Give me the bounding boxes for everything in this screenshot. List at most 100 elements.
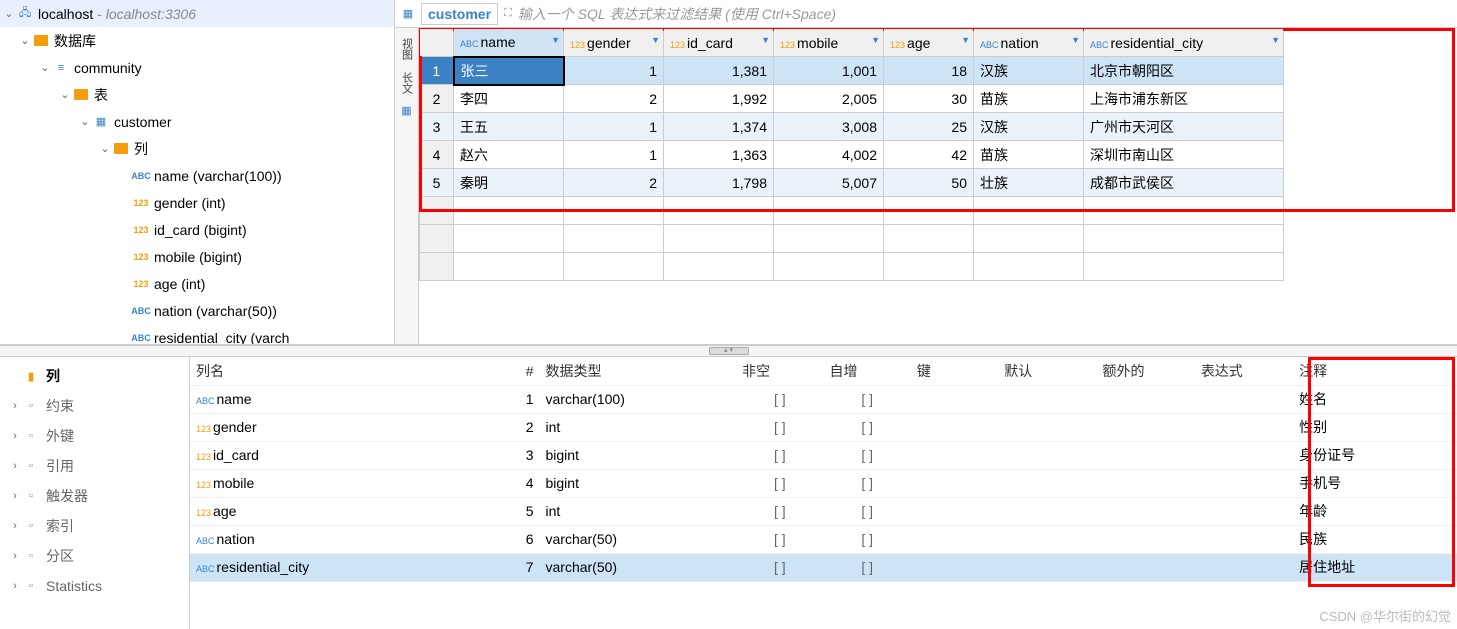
tree-table-customer[interactable]: ⌄ ▦ customer: [0, 108, 394, 135]
row-number[interactable]: 2: [420, 85, 454, 113]
tree-column[interactable]: 123age (int): [0, 270, 394, 297]
cell-name[interactable]: 王五: [454, 113, 564, 141]
schema-col-name[interactable]: ABCresidential_city: [190, 553, 474, 581]
schema-table[interactable]: 列名#数据类型非空自增键默认额外的表达式注释 ABCname 1 varchar…: [190, 357, 1457, 582]
tree-tables-folder[interactable]: ⌄ 表: [0, 81, 394, 108]
chevron-down-icon[interactable]: ⌄: [18, 34, 32, 47]
schema-col-name[interactable]: ABCnation: [190, 525, 474, 553]
schema-col-comment[interactable]: 民族: [1293, 525, 1457, 553]
tree-columns-folder[interactable]: ⌄ 列: [0, 135, 394, 162]
cell-age[interactable]: 25: [884, 113, 974, 141]
schema-col-key[interactable]: [911, 525, 998, 553]
cell-mobile[interactable]: 3,008: [774, 113, 884, 141]
schema-row[interactable]: ABCnation 6 varchar(50) [ ] [ ] 民族: [190, 525, 1457, 553]
schema-col-extra[interactable]: [1097, 525, 1195, 553]
row-number[interactable]: 5: [420, 169, 454, 197]
tree-host[interactable]: ⌄ 🖧 localhost - localhost:3306: [0, 0, 394, 27]
cell-nation[interactable]: 汉族: [974, 113, 1084, 141]
row-number[interactable]: 1: [420, 57, 454, 85]
schema-col-notnull[interactable]: [ ]: [736, 553, 823, 581]
cell-nation[interactable]: 苗族: [974, 85, 1084, 113]
schema-col-comment[interactable]: 居住地址: [1293, 553, 1457, 581]
schema-col-autoinc[interactable]: [ ]: [823, 385, 910, 413]
cell-mobile[interactable]: 5,007: [774, 169, 884, 197]
schema-col-num[interactable]: 3: [474, 441, 540, 469]
schema-col-key[interactable]: [911, 385, 998, 413]
schema-col-name[interactable]: ABCname: [190, 385, 474, 413]
schema-header-comment[interactable]: 注释: [1293, 357, 1457, 385]
row-number[interactable]: 4: [420, 141, 454, 169]
properties-tab-index[interactable]: ›▫索引: [0, 511, 189, 541]
row-header-corner[interactable]: [420, 29, 454, 57]
schema-row[interactable]: 123gender 2 int [ ] [ ] 性别: [190, 413, 1457, 441]
schema-col-num[interactable]: 6: [474, 525, 540, 553]
properties-tab-constraint[interactable]: ›▫约束: [0, 391, 189, 421]
chevron-down-icon[interactable]: ⌄: [58, 88, 72, 101]
chevron-down-icon[interactable]: ⌄: [78, 115, 92, 128]
properties-tab-partition[interactable]: ›▫分区: [0, 541, 189, 571]
cell-gender[interactable]: 2: [564, 85, 664, 113]
splitter-handle-icon[interactable]: ▴ ▾: [709, 347, 749, 355]
properties-tab-folder[interactable]: ▮列: [0, 361, 189, 391]
schema-col-notnull[interactable]: [ ]: [736, 497, 823, 525]
schema-header-notnull[interactable]: 非空: [736, 357, 823, 385]
schema-col-num[interactable]: 1: [474, 385, 540, 413]
cell-mobile[interactable]: 4,002: [774, 141, 884, 169]
schema-col-notnull[interactable]: [ ]: [736, 413, 823, 441]
cell-city[interactable]: 成都市武侯区: [1084, 169, 1284, 197]
schema-col-expr[interactable]: [1195, 469, 1293, 497]
schema-col-type[interactable]: varchar(50): [540, 553, 737, 581]
schema-col-autoinc[interactable]: [ ]: [823, 469, 910, 497]
schema-col-type[interactable]: bigint: [540, 469, 737, 497]
tree-column[interactable]: ABCname (varchar(100)): [0, 162, 394, 189]
data-grid[interactable]: ABCname▼123gender▼123id_card▼123mobile▼1…: [419, 28, 1284, 281]
schema-col-key[interactable]: [911, 469, 998, 497]
schema-col-default[interactable]: [998, 413, 1096, 441]
schema-col-default[interactable]: [998, 525, 1096, 553]
schema-row[interactable]: ABCresidential_city 7 varchar(50) [ ] [ …: [190, 553, 1457, 581]
cell-gender[interactable]: 1: [564, 141, 664, 169]
tree-column[interactable]: 123mobile (bigint): [0, 243, 394, 270]
schema-col-default[interactable]: [998, 553, 1096, 581]
schema-header-type[interactable]: 数据类型: [540, 357, 737, 385]
schema-col-notnull[interactable]: [ ]: [736, 385, 823, 413]
schema-col-notnull[interactable]: [ ]: [736, 441, 823, 469]
schema-col-expr[interactable]: [1195, 385, 1293, 413]
schema-col-extra[interactable]: [1097, 413, 1195, 441]
tree-column[interactable]: ABCnation (varchar(50)): [0, 297, 394, 324]
data-row[interactable]: 4 赵六 1 1,363 4,002 42 苗族 深圳市南山区: [420, 141, 1284, 169]
schema-col-type[interactable]: int: [540, 413, 737, 441]
schema-header-expr[interactable]: 表达式: [1195, 357, 1293, 385]
data-row[interactable]: 3 王五 1 1,374 3,008 25 汉族 广州市天河区: [420, 113, 1284, 141]
schema-col-expr[interactable]: [1195, 441, 1293, 469]
cell-idcard[interactable]: 1,374: [664, 113, 774, 141]
dropdown-icon[interactable]: ▼: [871, 35, 880, 45]
column-header-id_card[interactable]: 123id_card▼: [664, 29, 774, 57]
column-header-nation[interactable]: ABCnation▼: [974, 29, 1084, 57]
schema-col-num[interactable]: 5: [474, 497, 540, 525]
db-navigator-tree[interactable]: ⌄ 🖧 localhost - localhost:3306 ⌄ 数据库 ⌄ ≡…: [0, 0, 395, 344]
dropdown-icon[interactable]: ▼: [651, 35, 660, 45]
column-header-residential_city[interactable]: ABCresidential_city▼: [1084, 29, 1284, 57]
schema-header-autoinc[interactable]: 自增: [823, 357, 910, 385]
schema-col-notnull[interactable]: [ ]: [736, 469, 823, 497]
dropdown-icon[interactable]: ▼: [961, 35, 970, 45]
schema-col-autoinc[interactable]: [ ]: [823, 441, 910, 469]
expand-icon[interactable]: ⛶: [504, 7, 512, 20]
properties-tab-trigger[interactable]: ›▫触发器: [0, 481, 189, 511]
schema-col-extra[interactable]: [1097, 497, 1195, 525]
schema-col-type[interactable]: int: [540, 497, 737, 525]
tree-column[interactable]: 123gender (int): [0, 189, 394, 216]
dropdown-icon[interactable]: ▼: [1271, 35, 1280, 45]
tree-schema[interactable]: ⌄ ≡ community: [0, 54, 394, 81]
schema-col-comment[interactable]: 身份证号: [1293, 441, 1457, 469]
schema-header-num[interactable]: #: [474, 357, 540, 385]
schema-col-default[interactable]: [998, 385, 1096, 413]
cell-city[interactable]: 上海市浦东新区: [1084, 85, 1284, 113]
cell-idcard[interactable]: 1,381: [664, 57, 774, 85]
cell-city[interactable]: 深圳市南山区: [1084, 141, 1284, 169]
cell-age[interactable]: 30: [884, 85, 974, 113]
cell-gender[interactable]: 2: [564, 169, 664, 197]
column-header-name[interactable]: ABCname▼: [454, 29, 564, 57]
vtab-view[interactable]: 视图: [397, 32, 417, 66]
